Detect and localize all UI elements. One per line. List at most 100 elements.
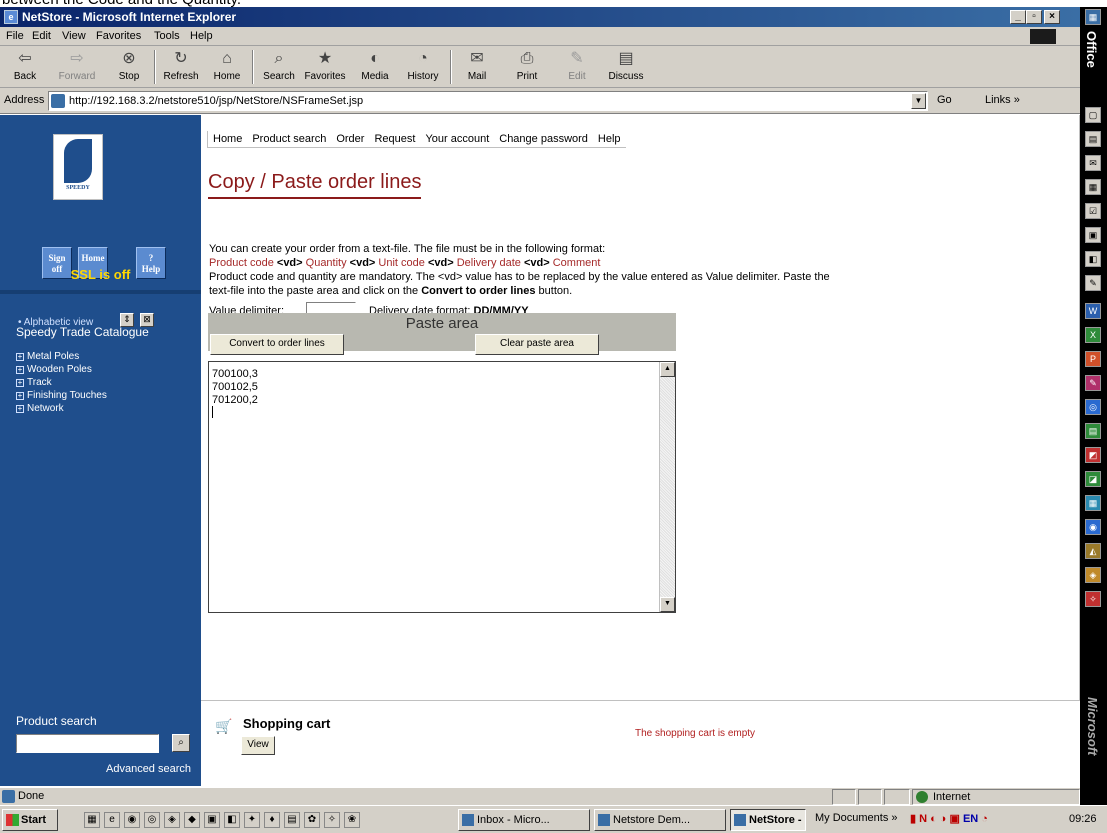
app-quicklaunch-icon[interactable]: ✦ [244, 812, 260, 828]
nav-help[interactable]: Help [593, 131, 626, 145]
office-shortcut-icon[interactable]: ◉ [1085, 519, 1101, 535]
paste-area-textarea[interactable]: 700100,3 700102,5 701200,2 ▲ ▼ [208, 361, 676, 613]
history-button[interactable]: ◔ History [398, 48, 448, 86]
app-quicklaunch-icon[interactable]: ▤ [284, 812, 300, 828]
frontpage-icon[interactable]: ▤ [1085, 423, 1101, 439]
office-shortcut-icon[interactable]: ◈ [1085, 567, 1101, 583]
office-shortcut-icon[interactable]: ▦ [1085, 495, 1101, 511]
main-content-frame: Home Product search Order Request Your accou… [201, 115, 1080, 700]
taskbar-item-netstore-demo[interactable]: Netstore Dem... [594, 809, 726, 831]
powerpoint-icon[interactable]: P [1085, 351, 1101, 367]
office-shortcut-icon[interactable]: ◧ [1085, 251, 1101, 267]
office-shortcut-icon[interactable]: ▣ [1085, 227, 1101, 243]
ie-quicklaunch-icon[interactable]: e [104, 812, 120, 828]
media-button[interactable]: ◐ Media [350, 48, 400, 86]
tray-icons[interactable]: ▮ N ◐ ◑ ▣ EN ◔ [910, 812, 988, 825]
maximize-button[interactable]: ▫ [1026, 10, 1042, 24]
back-button[interactable]: ⇦ Back [0, 48, 50, 86]
word-icon [598, 814, 610, 826]
convert-to-order-lines-button[interactable]: Convert to order lines [210, 334, 344, 355]
app-quicklaunch-icon[interactable]: ✿ [304, 812, 320, 828]
paste-area-scrollbar[interactable]: ▲ ▼ [659, 362, 675, 612]
status-segment [832, 789, 856, 805]
product-search-button[interactable]: ⌕ [172, 734, 190, 752]
app-quicklaunch-icon[interactable]: ▣ [204, 812, 220, 828]
office-shortcut-icon[interactable]: ✉ [1085, 155, 1101, 171]
refresh-button[interactable]: ↻ Refresh [156, 48, 206, 86]
forward-button[interactable]: ⇨ Forward [52, 48, 102, 86]
office-shortcut-icon[interactable]: ▦ [1085, 179, 1101, 195]
favorites-button[interactable]: ★ Favorites [300, 48, 350, 86]
cart-view-button[interactable]: View [241, 736, 275, 755]
address-dropdown-icon[interactable]: ▼ [911, 93, 926, 109]
language-indicator[interactable]: EN [963, 813, 978, 825]
discuss-button[interactable]: ▤ Discuss [594, 48, 658, 86]
excel-icon[interactable]: X [1085, 327, 1101, 343]
app-quicklaunch-icon[interactable]: ♦ [264, 812, 280, 828]
advanced-search-link[interactable]: Advanced search [106, 763, 191, 775]
menu-file[interactable]: File [6, 30, 24, 42]
show-desktop-icon[interactable]: ▦ [84, 812, 100, 828]
office-shortcut-icon[interactable]: ✎ [1085, 275, 1101, 291]
nav-your-account[interactable]: Your account [420, 131, 494, 145]
ie-app-icon: e [4, 10, 18, 24]
sidebar-item-network[interactable]: + Network [16, 403, 64, 414]
links-button[interactable]: Links » [985, 94, 1020, 106]
taskbar-item-netstore[interactable]: NetStore - ... [730, 809, 806, 831]
menu-help[interactable]: Help [190, 30, 213, 42]
menu-tools[interactable]: Tools [154, 30, 180, 42]
app-quicklaunch-icon[interactable]: ◎ [144, 812, 160, 828]
nav-request[interactable]: Request [369, 131, 420, 145]
nav-change-password[interactable]: Change password [494, 131, 593, 145]
word-icon[interactable]: W [1085, 303, 1101, 319]
scroll-down-arrow-icon[interactable]: ▼ [660, 597, 675, 612]
office-shortcut-icon[interactable]: ▤ [1085, 131, 1101, 147]
minimize-button[interactable]: _ [1010, 10, 1026, 24]
outlook-quicklaunch-icon[interactable]: ◉ [124, 812, 140, 828]
office-shortcut-icon[interactable]: ◭ [1085, 543, 1101, 559]
app-quicklaunch-icon[interactable]: ◧ [224, 812, 240, 828]
office-menu-icon[interactable]: ▦ [1085, 9, 1101, 25]
mail-button[interactable]: ✉ Mail [452, 48, 502, 86]
clear-paste-area-button[interactable]: Clear paste area [475, 334, 599, 355]
menu-favorites[interactable]: Favorites [96, 30, 141, 42]
expand-plus-icon: + [16, 352, 24, 361]
mail-icon: ✉ [470, 50, 484, 67]
sidebar-item-track[interactable]: + Track [16, 377, 52, 388]
app-quicklaunch-icon[interactable]: ❀ [344, 812, 360, 828]
print-button[interactable]: ⎙ Print [502, 48, 552, 86]
sidebar-item-wooden-poles[interactable]: + Wooden Poles [16, 364, 92, 375]
stop-button[interactable]: ⊗ Stop [104, 48, 154, 86]
nav-home[interactable]: Home [208, 131, 247, 145]
search-button[interactable]: ⌕ Search [254, 48, 304, 86]
app-quicklaunch-icon[interactable]: ✧ [324, 812, 340, 828]
office-shortcut-icon[interactable]: ✧ [1085, 591, 1101, 607]
access-icon[interactable]: ◩ [1085, 447, 1101, 463]
sidebar-item-finishing-touches[interactable]: + Finishing Touches [16, 390, 107, 401]
scroll-up-arrow-icon[interactable]: ▲ [660, 362, 675, 377]
menu-edit[interactable]: Edit [32, 30, 51, 42]
taskbar-item-inbox[interactable]: Inbox - Micro... [458, 809, 590, 831]
close-button[interactable]: × [1044, 10, 1060, 24]
home-button[interactable]: ⌂ Home [202, 48, 252, 86]
go-button[interactable]: Go [937, 94, 952, 106]
my-documents-toolbar[interactable]: My Documents » [815, 812, 898, 824]
office-bar-label: Office [1084, 31, 1099, 68]
text-caret [212, 406, 213, 418]
product-search-input[interactable] [16, 734, 159, 753]
app-quicklaunch-icon[interactable]: ◆ [184, 812, 200, 828]
sidebar-item-metal-poles[interactable]: + Metal Poles [16, 351, 79, 362]
outlook-icon[interactable]: ◎ [1085, 399, 1101, 415]
office-shortcut-icon[interactable]: ☑ [1085, 203, 1101, 219]
nav-product-search[interactable]: Product search [247, 131, 331, 145]
nav-order[interactable]: Order [331, 131, 369, 145]
address-input[interactable]: http://192.168.3.2/netstore510/jsp/NetSt… [48, 91, 928, 111]
address-label: Address [4, 94, 45, 106]
start-button[interactable]: Start [2, 809, 58, 831]
office-shortcut-icon[interactable]: ▢ [1085, 107, 1101, 123]
menu-view[interactable]: View [62, 30, 86, 42]
app-quicklaunch-icon[interactable]: ◈ [164, 812, 180, 828]
publisher-icon[interactable]: ✎ [1085, 375, 1101, 391]
catalog-title[interactable]: Speedy Trade Catalogue [16, 325, 149, 339]
project-icon[interactable]: ◪ [1085, 471, 1101, 487]
